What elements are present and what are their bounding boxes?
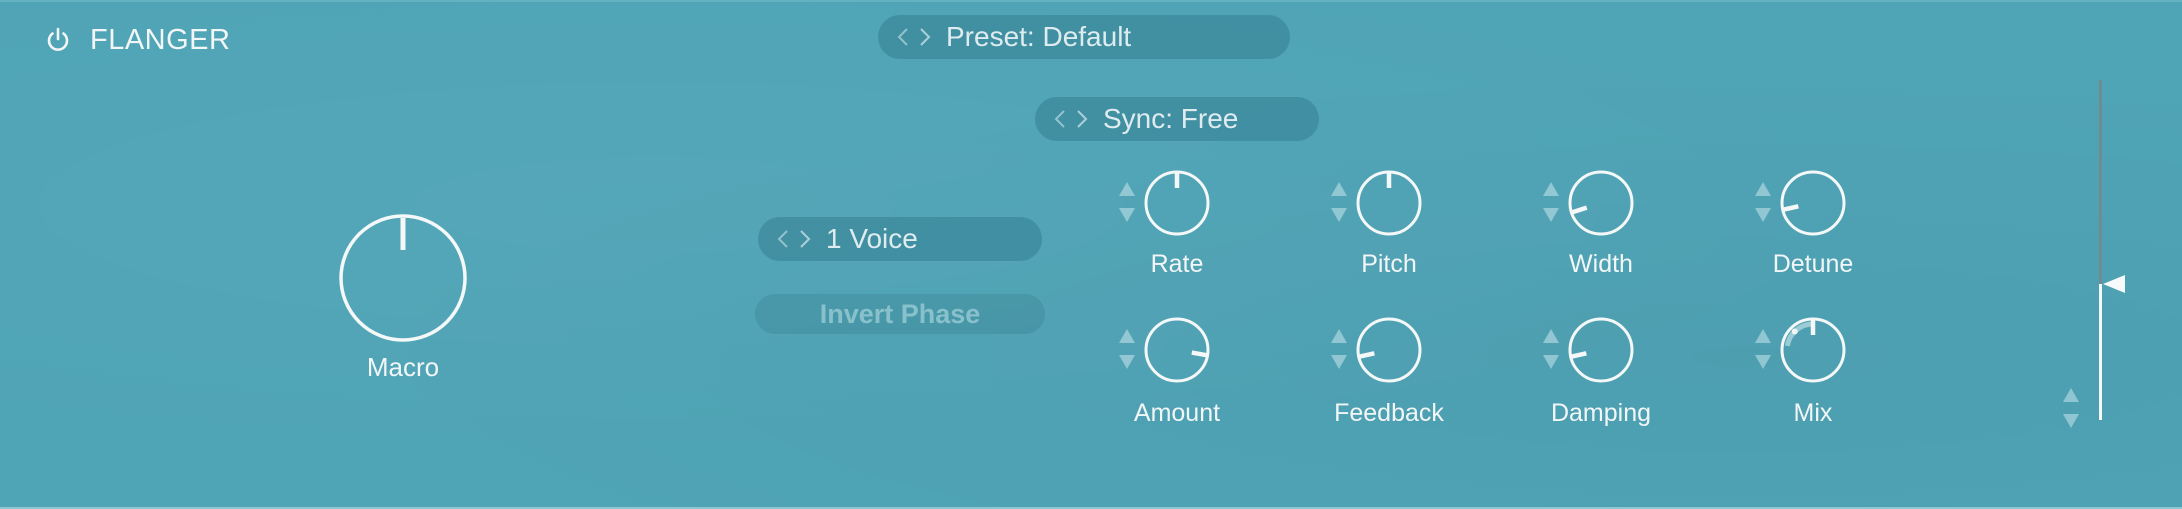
voices-arrows [774,227,814,251]
mix-modulation-dot [1791,328,1798,335]
stepper-up-icon[interactable] [1331,329,1347,343]
stepper-up-icon[interactable] [1755,329,1771,343]
chevron-right-icon[interactable] [794,227,814,251]
stepper-down-icon[interactable] [1755,355,1771,369]
detune-label: Detune [1772,250,1854,278]
pitch-stepper[interactable] [1330,180,1348,226]
detune-stepper[interactable] [1754,180,1772,226]
macro-label: Macro [366,352,440,382]
amount-label: Amount [1133,399,1221,427]
stepper-down-icon[interactable] [1543,208,1559,222]
feedback-stepper[interactable] [1330,327,1348,373]
mix-label: Mix [1793,399,1833,427]
chevron-left-icon[interactable] [1051,107,1071,131]
plugin-header: FLANGER [44,20,230,60]
stepper-up-icon[interactable] [1331,182,1347,196]
stepper-up-icon[interactable] [1543,329,1559,343]
output-slider-stepper[interactable] [2062,386,2080,432]
invert-phase-button[interactable]: Invert Phase [755,294,1045,334]
amount-knob[interactable] [1139,312,1215,388]
feedback-knob-pointer [1359,351,1375,359]
stepper-up-icon[interactable] [1543,182,1559,196]
rate-knob[interactable] [1139,165,1215,241]
mix-knob[interactable] [1775,312,1851,388]
stepper-up-icon[interactable] [1119,329,1135,343]
sync-arrows [1051,107,1091,131]
stepper-down-icon[interactable] [1331,208,1347,222]
width-stepper[interactable] [1542,180,1560,226]
output-slider-fill [2099,284,2102,420]
rate-stepper[interactable] [1118,180,1136,226]
chevron-left-icon[interactable] [774,227,794,251]
stepper-down-icon [2063,414,2079,428]
detune-knob-ring [1780,170,1846,236]
output-slider-handle[interactable] [2103,275,2125,293]
voices-label: 1 Voice [826,223,918,254]
stepper-down-icon[interactable] [1119,355,1135,369]
stepper-down-icon[interactable] [1119,208,1135,222]
damping-label: Damping [1550,399,1652,427]
damping-knob-ring [1568,317,1634,383]
rate-label: Rate [1150,250,1204,278]
amount-stepper[interactable] [1118,327,1136,373]
width-knob[interactable] [1563,165,1639,241]
stepper-down-icon[interactable] [1755,208,1771,222]
stepper-up-icon [2063,388,2079,402]
voices-selector[interactable]: 1 Voice [758,217,1042,261]
preset-label: Preset: Default [946,21,1132,52]
width-knob-pointer [1571,205,1588,215]
amount-knob-ring [1144,317,1210,383]
power-icon[interactable] [44,26,72,54]
width-knob-ring [1568,170,1634,236]
macro-knob[interactable] [335,210,471,346]
detune-knob[interactable] [1775,165,1851,241]
pitch-label: Pitch [1361,250,1417,278]
feedback-knob[interactable] [1351,312,1427,388]
width-label: Width [1569,250,1633,278]
damping-knob[interactable] [1563,312,1639,388]
detune-knob-pointer [1783,204,1799,212]
amount-knob-pointer [1191,350,1207,358]
stepper-down-icon[interactable] [1543,355,1559,369]
damping-stepper[interactable] [1542,327,1560,373]
stepper-down-icon[interactable] [1331,355,1347,369]
feedback-knob-ring [1356,317,1422,383]
feedback-label: Feedback [1334,399,1444,427]
stepper-up-icon[interactable] [1755,182,1771,196]
chevron-left-icon[interactable] [894,25,914,49]
plugin-title: FLANGER [90,23,231,56]
sync-label: Sync: Free [1103,103,1239,134]
damping-knob-pointer [1571,351,1587,359]
pitch-knob[interactable] [1351,165,1427,241]
preset-arrows [894,25,934,49]
chevron-right-icon[interactable] [914,25,934,49]
mix-stepper[interactable] [1754,327,1772,373]
sync-selector[interactable]: Sync: Free [1035,97,1319,141]
preset-selector[interactable]: Preset: Default [878,15,1290,59]
stepper-up-icon[interactable] [1119,182,1135,196]
chevron-right-icon[interactable] [1071,107,1091,131]
